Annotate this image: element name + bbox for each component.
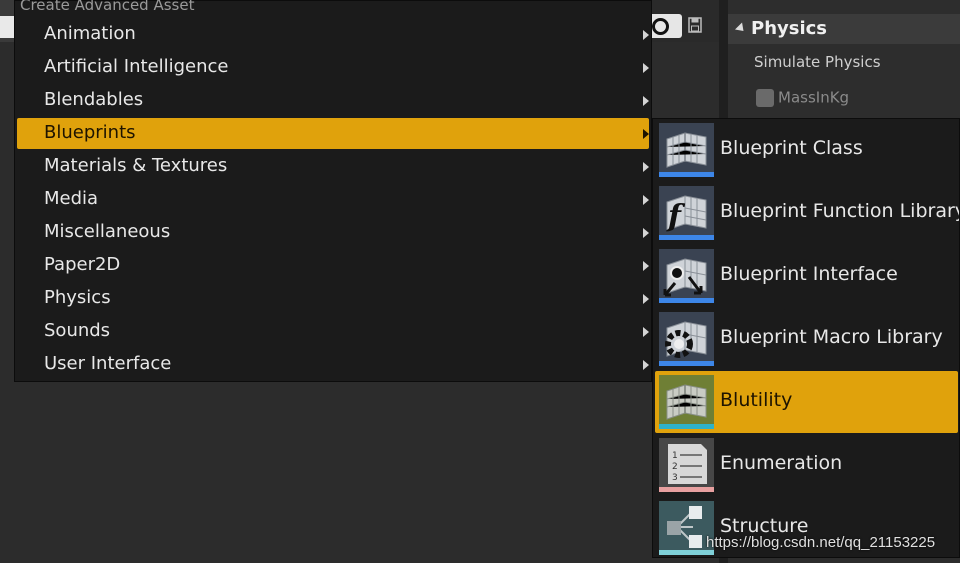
submenu-item-label: Blueprint Function Library: [720, 200, 960, 222]
menu-item-animation[interactable]: Animation: [17, 19, 649, 50]
type-color-bar: [659, 424, 714, 429]
type-color-bar: [659, 361, 714, 366]
menu-item-label: Paper2D: [44, 254, 121, 275]
submenu-arrow-icon: [643, 261, 649, 271]
submenu-arrow-icon: [643, 228, 649, 238]
mass-in-kg-checkbox[interactable]: [756, 88, 774, 107]
save-icon[interactable]: [688, 17, 702, 33]
search-icon: [652, 18, 669, 35]
submenu-item-label: Enumeration: [720, 452, 843, 474]
menu-item-label: Physics: [44, 287, 111, 308]
submenu-arrow-icon: [643, 129, 649, 139]
submenu-item-blueprint-class[interactable]: Blueprint Class: [655, 119, 958, 181]
menu-item-artificial-intelligence[interactable]: Artificial Intelligence: [17, 52, 649, 83]
physics-section-title: Physics: [751, 18, 828, 39]
physics-section-header[interactable]: Physics: [728, 14, 960, 44]
submenu-item-label: Blueprint Class: [720, 137, 863, 159]
submenu-item-blueprint-function-library[interactable]: f Blueprint Function Library: [655, 182, 960, 244]
submenu-item-blutility[interactable]: Blutility: [655, 371, 958, 433]
menu-item-label: Animation: [44, 23, 136, 44]
blueprint-interface-icon: [659, 249, 714, 303]
menu-heading: Create Advanced Asset: [20, 0, 195, 14]
menu-item-label: Artificial Intelligence: [44, 56, 229, 77]
menu-item-physics[interactable]: Physics: [17, 283, 649, 314]
svg-text:2: 2: [672, 462, 678, 472]
menu-item-media[interactable]: Media: [17, 184, 649, 215]
type-color-bar: [659, 298, 714, 303]
svg-text:3: 3: [672, 473, 678, 483]
left-panel-strip: [0, 0, 14, 42]
menu-item-label: Miscellaneous: [44, 221, 171, 242]
simulate-physics-label: Simulate Physics: [754, 53, 881, 71]
menu-item-label: Blendables: [44, 89, 144, 110]
mass-in-kg-row: MassInKg: [756, 88, 849, 107]
submenu-item-label: Blueprint Macro Library: [720, 326, 943, 348]
menu-item-paper2d[interactable]: Paper2D: [17, 250, 649, 281]
menu-item-label: Media: [44, 188, 99, 209]
submenu-arrow-icon: [643, 63, 649, 73]
enumeration-list-icon: 1 2 3: [659, 438, 714, 492]
menu-item-materials-textures[interactable]: Materials & Textures: [17, 151, 649, 182]
mass-in-kg-label: MassInKg: [778, 88, 850, 107]
blueprint-macro-gear-icon: [659, 312, 714, 366]
menu-item-blueprints[interactable]: Blueprints: [17, 118, 649, 149]
menu-item-blendables[interactable]: Blendables: [17, 85, 649, 116]
submenu-item-label: Blueprint Interface: [720, 263, 898, 285]
left-panel-field: [0, 16, 14, 38]
submenu-arrow-icon: [643, 162, 649, 172]
type-color-bar: [659, 172, 714, 177]
blueprints-submenu: Blueprint Class f Blueprint Function Lib…: [652, 118, 960, 558]
submenu-arrow-icon: [643, 360, 649, 370]
menu-item-label: Sounds: [44, 320, 111, 341]
blutility-grid-icon: [659, 375, 714, 429]
menu-item-miscellaneous[interactable]: Miscellaneous: [17, 217, 649, 248]
submenu-item-label: Blutility: [720, 389, 793, 411]
type-color-bar: [659, 235, 714, 240]
menu-item-label: Materials & Textures: [44, 155, 228, 176]
submenu-item-enumeration[interactable]: 1 2 3 Enumeration: [655, 434, 958, 496]
submenu-item-blueprint-interface[interactable]: Blueprint Interface: [655, 245, 958, 307]
submenu-arrow-icon: [643, 96, 649, 106]
type-color-bar: [659, 487, 714, 492]
create-advanced-asset-menu: Create Advanced Asset Animation Artifici…: [14, 0, 652, 382]
svg-text:1: 1: [672, 451, 678, 461]
collapse-triangle-icon: [734, 22, 748, 35]
submenu-item-blueprint-macro-library[interactable]: Blueprint Macro Library: [655, 308, 958, 370]
submenu-arrow-icon: [643, 294, 649, 304]
menu-item-user-interface[interactable]: User Interface: [17, 349, 649, 380]
menu-item-label: Blueprints: [44, 122, 136, 143]
submenu-arrow-icon: [643, 195, 649, 205]
blueprint-grid-icon: [659, 123, 714, 177]
watermark-text: https://blog.csdn.net/qq_21153225: [706, 534, 936, 551]
submenu-arrow-icon: [643, 327, 649, 337]
menu-item-label: User Interface: [44, 353, 172, 374]
search-button[interactable]: [652, 14, 682, 38]
submenu-arrow-icon: [643, 30, 649, 40]
menu-item-sounds[interactable]: Sounds: [17, 316, 649, 347]
blueprint-function-icon: f: [659, 186, 714, 240]
